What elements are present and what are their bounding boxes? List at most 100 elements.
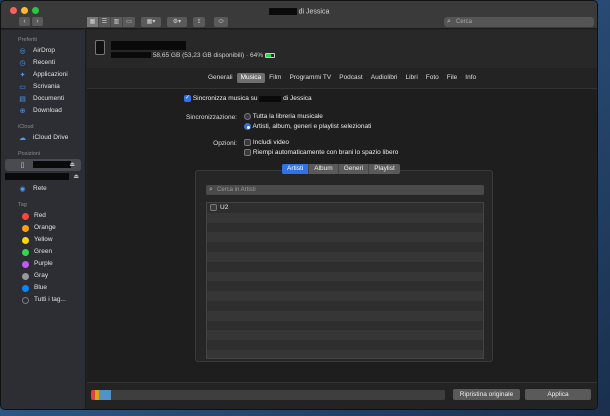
chevron-right-icon: › (36, 18, 39, 25)
view-list-button[interactable]: ☰ (99, 17, 111, 27)
forward-button[interactable]: › (32, 17, 43, 26)
tab-generali[interactable]: Generali (204, 73, 237, 83)
sidebar-item-rete[interactable]: ◉ Rete (1, 183, 85, 195)
empty-row (207, 320, 483, 331)
radio-selected-items-button[interactable] (244, 123, 251, 130)
view-gallery-button[interactable]: ▭ (123, 17, 135, 27)
artist-checkbox[interactable] (210, 203, 217, 211)
artist-search-input[interactable]: ⌕ Cerca in Artisti (206, 185, 484, 195)
tab-film[interactable]: Film (265, 73, 285, 83)
sidebar-tag-yellow[interactable]: Yellow (1, 234, 85, 246)
empty-row (207, 291, 483, 301)
favorites-list: ◎ AirDrop ◷ Recenti ✦ Applicazioni ▭ Scrivania ▤… (1, 45, 85, 117)
radio-all-library-button[interactable] (244, 113, 251, 120)
tag-icon: ⬭ (218, 19, 224, 25)
network-icon: ◉ (19, 186, 26, 193)
share-button[interactable]: ⇪ (193, 17, 205, 27)
tab-file[interactable]: File (443, 73, 461, 83)
tab-info[interactable]: Info (461, 73, 480, 83)
grid-icon: ▦ (89, 19, 96, 25)
view-columns-button[interactable]: ▥ (111, 17, 123, 27)
sidebar: Preferiti ◎ AirDrop ◷ Recenti ✦ Applicazioni ▭… (1, 30, 86, 409)
segment-album[interactable]: Album (309, 164, 339, 174)
tab-musica[interactable]: Musica (236, 73, 266, 83)
sidebar-section-tags: Tag (18, 202, 27, 208)
empty-row (207, 232, 483, 243)
sidebar-item-disk[interactable]: ⏏ (1, 171, 85, 183)
locations-list: ◉ Rete (1, 183, 85, 195)
share-icon: ⇪ (196, 19, 202, 25)
titlebar: ‹ › ▦ ☰ ▥ ▭ ▦▾ ⚙▾ ⇪ ⬭ di Jessica ⌕ Cerca (1, 1, 597, 29)
sidebar-item-scrivania[interactable]: ▭ Scrivania (1, 81, 85, 93)
eject-icon[interactable]: ⏏ (69, 159, 75, 171)
sync-music-checkbox-row[interactable]: Sincronizza musica su di Jessica (184, 94, 312, 102)
artist-row[interactable]: U2 (207, 203, 483, 213)
tab-audiolibri[interactable]: Audiolibri (367, 73, 402, 83)
sidebar-item-recenti[interactable]: ◷ Recenti (1, 57, 85, 69)
view-icons-button[interactable]: ▦ (87, 17, 99, 27)
search-icon: ⌕ (209, 186, 213, 193)
sidebar-section-favorites: Preferiti (18, 37, 37, 43)
device-name (111, 41, 186, 50)
empty-row (207, 222, 483, 233)
options-label: Opzioni: (213, 140, 237, 147)
device-tabs: Generali Musica Film Programmi TV Podcast Aud… (204, 73, 480, 83)
music-sync-content: Sincronizza musica su di Jessica Sincron… (87, 88, 597, 409)
storage-bar (91, 390, 445, 400)
sidebar-tag-purple[interactable]: Purple (1, 258, 85, 270)
sidebar-item-download[interactable]: ⊕ Download (1, 105, 85, 117)
empty-row (207, 281, 483, 292)
gallery-icon: ▭ (126, 19, 132, 25)
battery-fill (265, 53, 271, 57)
tag-button[interactable]: ⬭ (214, 17, 228, 27)
apply-button[interactable]: Applica (525, 389, 591, 400)
sidebar-tag-gray[interactable]: Gray (1, 270, 85, 282)
empty-row (207, 242, 483, 252)
sidebar-item-applicazioni[interactable]: ✦ Applicazioni (1, 69, 85, 81)
action-control[interactable]: ⚙▾ (167, 17, 187, 27)
empty-row (207, 349, 483, 358)
tab-podcast[interactable]: Podcast (335, 73, 367, 83)
include-video-option[interactable]: Includi video (244, 139, 289, 146)
sidebar-tag-red[interactable]: Red (1, 210, 85, 222)
eject-disk-icon[interactable]: ⏏ (73, 171, 79, 183)
segment-artisti[interactable]: Artisti (282, 164, 310, 174)
sidebar-tag-green[interactable]: Green (1, 246, 85, 258)
tag-color-icon (22, 225, 29, 232)
group-by-control[interactable]: ▦▾ (141, 17, 161, 27)
search-icon: ⌕ (447, 18, 451, 25)
radio-all-library[interactable]: Tutta la libreria musicale (244, 113, 323, 120)
device-header: 58,65 GB (53,23 GB disponibili) · 64% (87, 30, 597, 68)
tab-foto[interactable]: Foto (422, 73, 443, 83)
search-input[interactable]: ⌕ Cerca (444, 17, 594, 27)
sidebar-item-device[interactable]: ▯ ⏏ (5, 159, 81, 171)
tab-libri[interactable]: Libri (401, 73, 421, 83)
finder-window: ‹ › ▦ ☰ ▥ ▭ ▦▾ ⚙▾ ⇪ ⬭ di Jessica ⌕ Cerca (0, 0, 598, 410)
sidebar-item-documenti[interactable]: ▤ Documenti (1, 93, 85, 105)
sync-music-checkbox[interactable] (184, 94, 191, 102)
segment-playlist[interactable]: Playlist (369, 164, 400, 174)
back-button[interactable]: ‹ (19, 17, 30, 26)
empty-row (207, 271, 483, 282)
autofill-checkbox[interactable] (244, 149, 251, 156)
segment-generi[interactable]: Generi (339, 164, 370, 174)
tag-color-icon (22, 249, 29, 256)
sidebar-item-airdrop[interactable]: ◎ AirDrop (1, 45, 85, 57)
sidebar-tag-tutti-i-tag-[interactable]: Tutti i tag... (1, 294, 85, 306)
columns-icon: ▥ (113, 19, 120, 25)
restore-button[interactable]: Ripristina originale (453, 389, 520, 400)
sidebar-tag-blue[interactable]: Blue (1, 282, 85, 294)
include-video-checkbox[interactable] (244, 139, 251, 146)
autofill-option[interactable]: Riempi automaticamente con brani lo spaz… (244, 149, 398, 156)
battery-icon (264, 52, 275, 58)
window-title: di Jessica (1, 8, 597, 15)
redacted-device-title (111, 41, 186, 50)
chevron-left-icon: ‹ (23, 18, 26, 25)
tab-programmi-tv[interactable]: Programmi TV (285, 73, 335, 83)
radio-selected-items[interactable]: Artisti, album, generi e playlist selezi… (244, 123, 371, 130)
tag-color-icon (22, 237, 29, 244)
desktop-icon: ▭ (19, 84, 26, 91)
sidebar-tag-orange[interactable]: Orange (1, 222, 85, 234)
sidebar-item-icloud-drive[interactable]: ☁ iCloud Drive (1, 132, 85, 144)
gear-icon: ⚙▾ (172, 19, 182, 25)
